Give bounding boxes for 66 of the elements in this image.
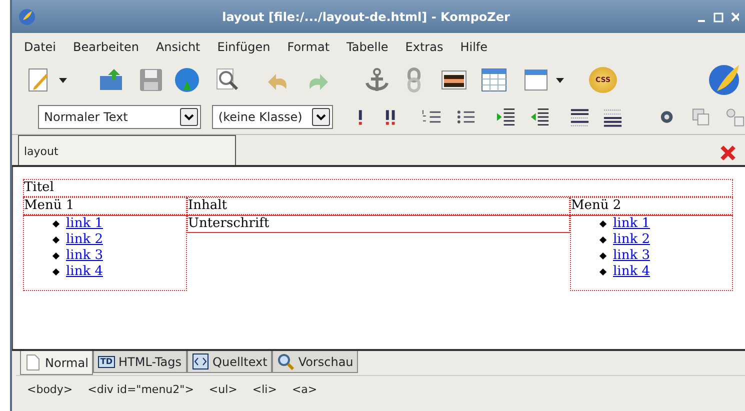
bullet-icon: [599, 268, 607, 276]
view-tab[interactable]: Normal: [20, 351, 94, 375]
app-icon: [18, 8, 36, 26]
menu-heading: Menü 1: [23, 197, 187, 215]
link[interactable]: link 4: [66, 264, 103, 280]
bullet-icon: [52, 220, 60, 228]
strong-emphasis-icon[interactable]: [384, 107, 398, 127]
bullet-icon: [599, 220, 607, 228]
page-icon: [25, 354, 41, 371]
tag-path-item[interactable]: <div id="menu2">: [88, 382, 194, 399]
menu-item[interactable]: Bearbeiten: [65, 38, 148, 56]
link[interactable]: link 2: [66, 232, 103, 248]
caret-icon: [183, 112, 196, 122]
caret-icon: [314, 112, 327, 122]
link[interactable]: link 2: [613, 232, 650, 248]
menu-item[interactable]: Datei: [16, 38, 66, 56]
maximize-icon[interactable]: [713, 10, 724, 22]
table-icon[interactable]: [480, 67, 508, 93]
indent-icon[interactable]: [495, 106, 517, 128]
menu-item[interactable]: Einfügen: [209, 38, 280, 56]
tag-icon: TD: [98, 356, 115, 368]
caption-text: Unterschrift: [187, 215, 570, 233]
tag-path-item[interactable]: <body>: [27, 382, 73, 399]
link[interactable]: link 1: [66, 216, 103, 232]
code-icon: [192, 353, 209, 370]
view-tab[interactable]: TD HTML-Tags: [93, 351, 187, 373]
view-tab[interactable]: Vorschau: [272, 351, 358, 373]
connected-shapes-icon[interactable]: [725, 107, 745, 127]
document-tab[interactable]: layout: [18, 135, 236, 165]
close-tab-icon[interactable]: [719, 144, 737, 162]
link[interactable]: link 3: [613, 248, 650, 264]
bullet-icon: [52, 236, 60, 244]
window-title: layout [file:/.../layout-de.html] - KompoZer: [221, 8, 511, 26]
folder-upload-icon[interactable]: [98, 67, 124, 93]
globe-quill-icon[interactable]: [707, 63, 741, 97]
tag-path-item[interactable]: <li>: [252, 382, 277, 399]
search-icon[interactable]: [214, 67, 240, 93]
class-select[interactable]: (keine Klasse): [212, 105, 333, 129]
menu-item[interactable]: Hilfe: [452, 38, 497, 56]
align-center-icon[interactable]: [569, 106, 591, 128]
page-title: Titel: [23, 179, 733, 197]
overlap-squares-icon[interactable]: [690, 107, 710, 127]
magnifier-icon: [277, 353, 294, 370]
tag-path-item[interactable]: <ul>: [208, 382, 238, 399]
menu-item[interactable]: Format: [279, 38, 339, 56]
outdent-icon[interactable]: [528, 106, 550, 128]
menu-item[interactable]: Extras: [397, 38, 452, 56]
bullet-icon: [52, 268, 60, 276]
content-heading: Inhalt: [187, 197, 570, 215]
caret-icon[interactable]: [555, 75, 565, 85]
window-form-icon[interactable]: [523, 67, 549, 93]
bullet-icon: [599, 236, 607, 244]
menu-item[interactable]: Ansicht: [148, 38, 210, 56]
caret-icon[interactable]: [58, 75, 68, 85]
bullet-icon: [599, 252, 607, 260]
anchor-icon[interactable]: [364, 67, 390, 93]
view-tab[interactable]: Quelltext: [186, 351, 272, 373]
menu-heading: Menü 2: [570, 197, 733, 215]
close-icon[interactable]: [730, 10, 739, 22]
bullet-icon: [52, 252, 60, 260]
paragraph-format-select[interactable]: Normaler Text: [38, 105, 202, 129]
link[interactable]: link 1: [613, 216, 650, 232]
link[interactable]: link 4: [613, 264, 650, 280]
menu-item[interactable]: Tabelle: [338, 38, 398, 56]
tag-path-item[interactable]: <a>: [292, 382, 318, 399]
link[interactable]: link 3: [66, 248, 103, 264]
